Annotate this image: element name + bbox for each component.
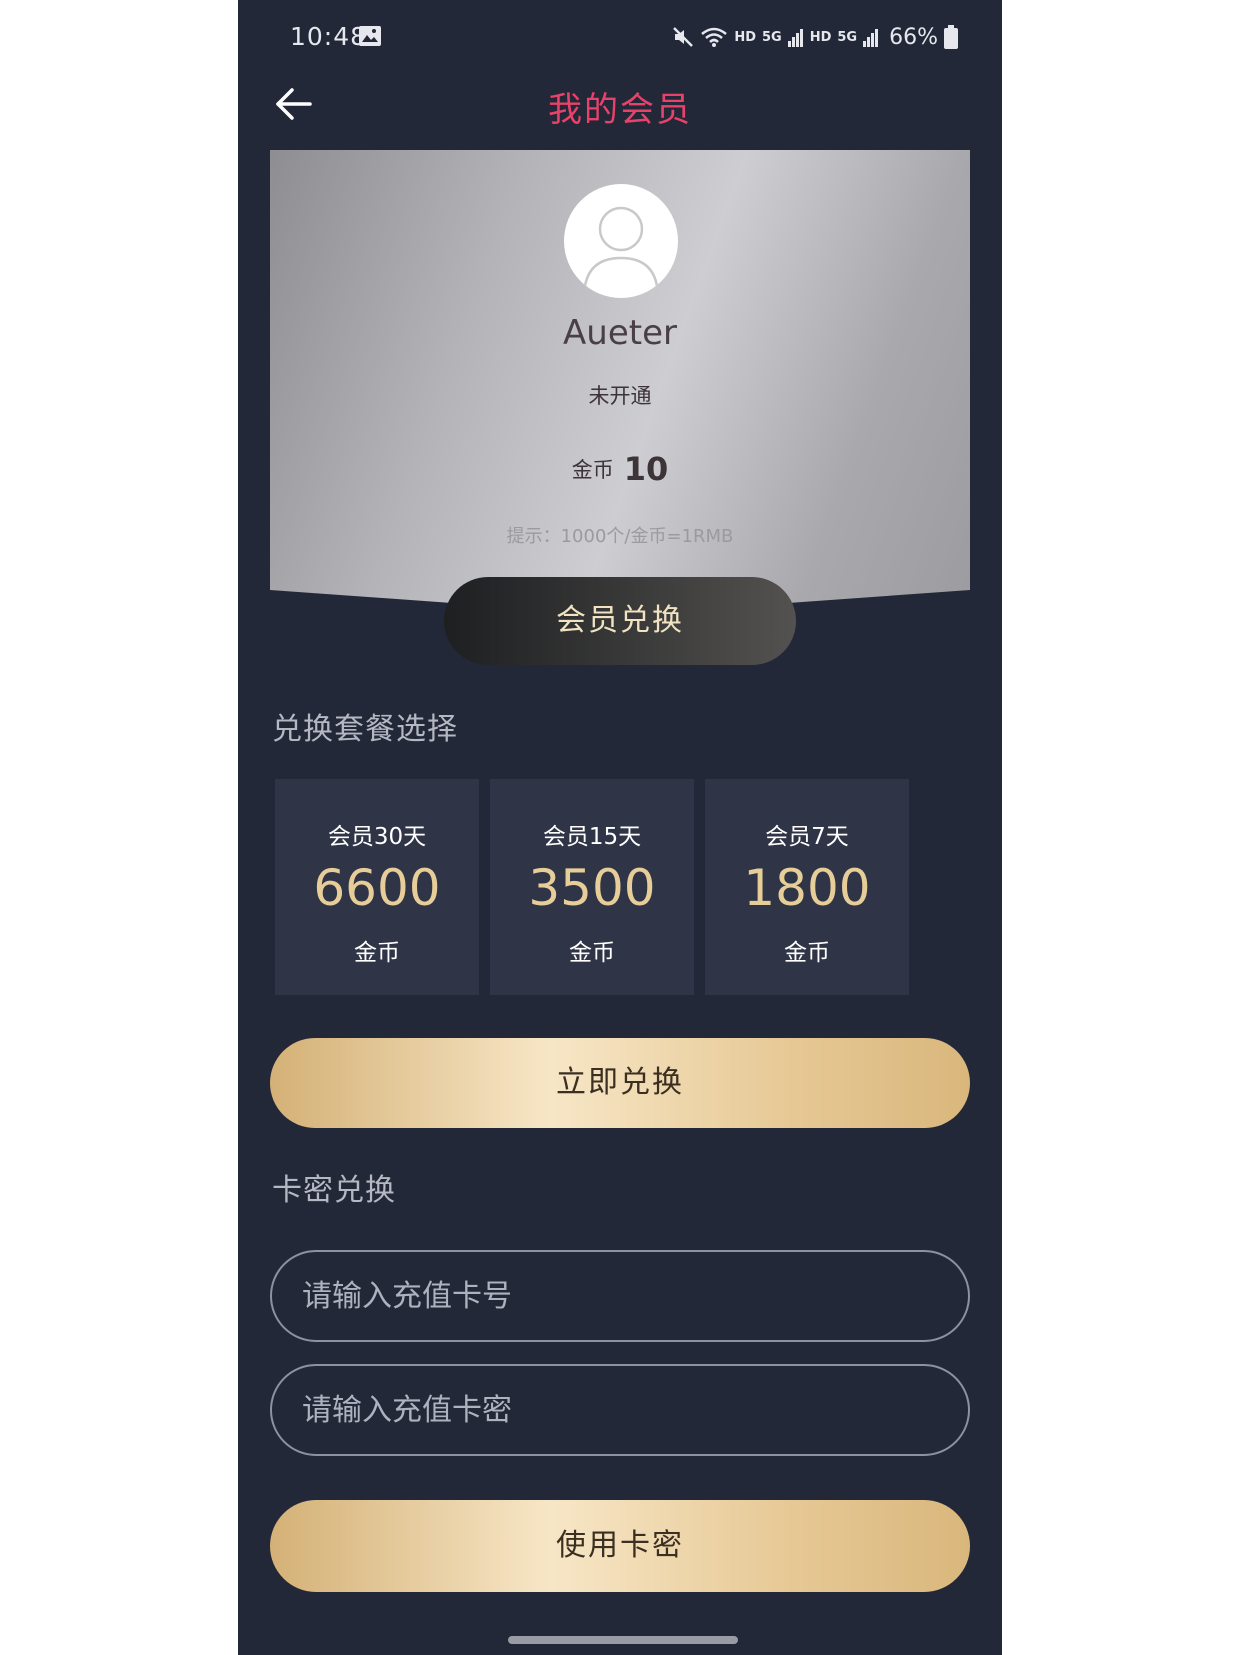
plan-card-7-days[interactable]: 会员7天 1800 金币 bbox=[705, 779, 909, 995]
plan-list: 会员30天 6600 金币 会员15天 3500 金币 会员7天 1800 金币 bbox=[275, 779, 909, 995]
gallery-icon bbox=[359, 26, 381, 46]
battery-icon bbox=[944, 25, 958, 49]
avatar[interactable] bbox=[564, 184, 678, 298]
home-indicator[interactable] bbox=[508, 1636, 738, 1644]
plan-name: 会员7天 bbox=[765, 824, 849, 850]
coin-balance: 金币 10 bbox=[270, 450, 970, 488]
username: Aueter bbox=[563, 313, 677, 353]
card-password-input[interactable] bbox=[270, 1364, 970, 1456]
status-bar: 10:48 HD 5G HD 5G 66% bbox=[238, 0, 1002, 80]
mute-icon bbox=[673, 27, 694, 47]
plan-name: 会员30天 bbox=[327, 824, 427, 850]
plan-card-30-days[interactable]: 会员30天 6600 金币 bbox=[275, 779, 479, 995]
status-time: 10:48 bbox=[290, 22, 368, 51]
coin-value: 10 bbox=[623, 450, 669, 488]
card-number-input[interactable] bbox=[270, 1250, 970, 1342]
exchange-rate-hint: 提示：1000个/金币=1RMB bbox=[506, 526, 734, 547]
phone-screen: 10:48 HD 5G HD 5G 66% 我的会员 Aueter 未开通 金币… bbox=[238, 0, 1002, 1655]
wifi-icon bbox=[701, 27, 728, 47]
vip-exchange-button[interactable]: 会员兑换 bbox=[444, 577, 796, 665]
network-label-1: 5G bbox=[761, 29, 782, 45]
battery-percent: 66% bbox=[889, 24, 938, 50]
plan-unit: 金币 bbox=[569, 940, 615, 966]
plan-name: 会员15天 bbox=[542, 824, 642, 850]
redeem-now-button[interactable]: 立即兑换 bbox=[270, 1038, 970, 1128]
membership-status: 未开通 bbox=[588, 384, 652, 408]
network-label-2: 5G bbox=[837, 29, 858, 45]
hd-label-1: HD bbox=[734, 29, 756, 45]
card-section-title: 卡密兑换 bbox=[272, 1173, 396, 1208]
plan-card-15-days[interactable]: 会员15天 3500 金币 bbox=[490, 779, 694, 995]
plan-price: 6600 bbox=[313, 859, 441, 917]
signal-icon-1 bbox=[787, 29, 803, 47]
use-card-button[interactable]: 使用卡密 bbox=[270, 1500, 970, 1592]
plan-price: 1800 bbox=[743, 859, 871, 917]
page-title: 我的会员 bbox=[548, 90, 692, 130]
signal-icon-2 bbox=[863, 29, 879, 47]
plan-unit: 金币 bbox=[784, 940, 830, 966]
plan-price: 3500 bbox=[528, 859, 656, 917]
user-icon bbox=[582, 206, 660, 298]
plans-section-title: 兑换套餐选择 bbox=[272, 712, 458, 747]
coin-label: 金币 bbox=[571, 458, 614, 482]
status-indicators: HD 5G HD 5G 66% bbox=[672, 22, 958, 52]
hd-label-2: HD bbox=[809, 29, 832, 45]
plan-unit: 金币 bbox=[354, 940, 400, 966]
member-card: Aueter 未开通 金币 10 提示：1000个/金币=1RMB bbox=[270, 150, 970, 615]
